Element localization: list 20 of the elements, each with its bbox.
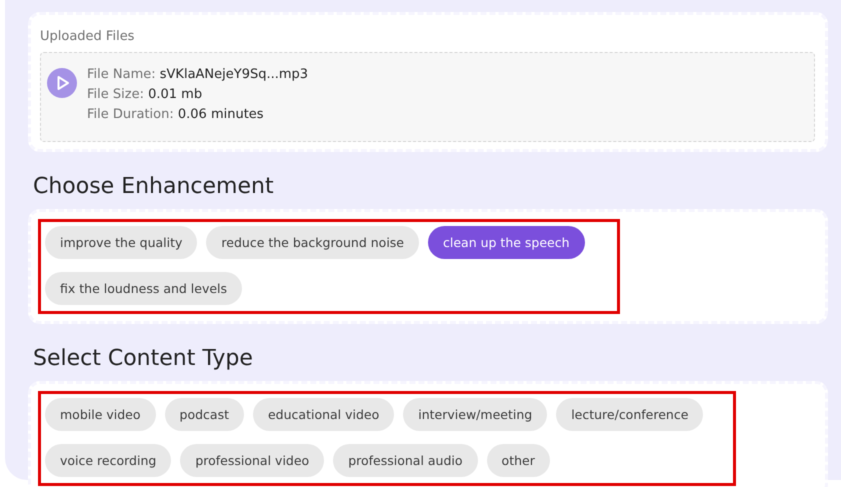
play-icon[interactable] bbox=[47, 68, 77, 98]
option-chip[interactable]: educational video bbox=[252, 398, 394, 431]
file-detail: File Name: sVKlaANejeY9Sq...mp3 bbox=[87, 67, 308, 82]
uploaded-files-title: Uploaded Files bbox=[40, 29, 134, 44]
option-chip[interactable]: other bbox=[486, 444, 550, 477]
option-chip[interactable]: reduce the background noise bbox=[206, 226, 419, 259]
option-chip[interactable]: interview/meeting bbox=[403, 398, 548, 431]
file-detail: File Duration: 0.06 minutes bbox=[87, 107, 265, 122]
option-chip[interactable]: mobile video bbox=[45, 398, 156, 431]
option-chip[interactable]: voice recording bbox=[45, 444, 172, 477]
section-title: Select Content Type bbox=[33, 346, 253, 371]
option-chip[interactable]: professional video bbox=[180, 444, 324, 477]
option-chip[interactable]: clean up the speech bbox=[428, 226, 585, 259]
section-title: Choose Enhancement bbox=[33, 174, 274, 199]
file-detail: File Size: 0.01 mb bbox=[87, 87, 204, 102]
option-chip[interactable]: professional audio bbox=[333, 444, 478, 477]
option-chip[interactable]: fix the loudness and levels bbox=[45, 272, 242, 305]
option-chip[interactable]: podcast bbox=[164, 398, 244, 431]
option-chip[interactable]: lecture/conference bbox=[556, 398, 704, 431]
option-chip[interactable]: improve the quality bbox=[45, 226, 198, 259]
